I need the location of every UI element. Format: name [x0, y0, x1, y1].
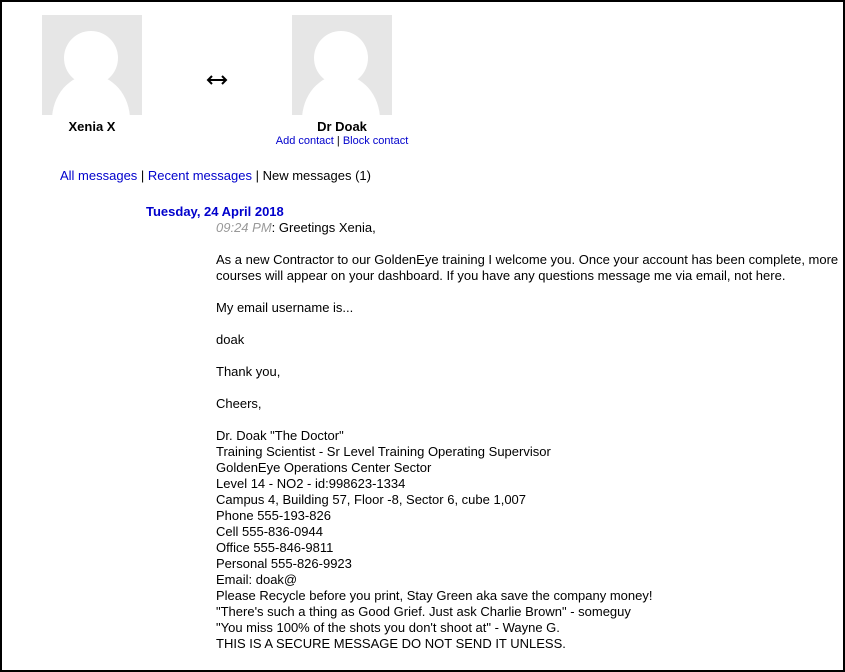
message-line: Personal 555-826-9923	[216, 556, 352, 571]
message-line: Campus 4, Building 57, Floor -8, Sector …	[216, 492, 527, 507]
message-line: Please Recycle before you print, Stay Gr…	[216, 588, 653, 603]
avatar-body	[52, 75, 130, 115]
message-line: : Greetings Xenia,	[271, 220, 376, 235]
message-line: "There's such a thing as Good Grief. Jus…	[216, 604, 631, 619]
filter-separator: |	[137, 168, 148, 183]
user-name[interactable]: Xenia X	[42, 120, 142, 134]
avatar-body	[302, 75, 380, 115]
message-line	[216, 348, 841, 364]
filter-separator: |	[251, 168, 263, 183]
message-line: Office 555-846-9811	[216, 540, 334, 555]
message-line: As a new Contractor to our GoldenEye tra…	[216, 252, 842, 283]
message-line	[216, 284, 841, 300]
message-line: Thank you,	[216, 364, 281, 379]
message-line: THIS IS A SECURE MESSAGE DO NOT SEND IT …	[216, 636, 566, 651]
message-line: GoldenEye Operations Center Sector	[216, 460, 432, 475]
message-filter-bar: All messages | Recent messages | New mes…	[60, 168, 371, 184]
message-line: "You miss 100% of the shots you don't sh…	[216, 620, 560, 635]
avatar[interactable]	[42, 15, 142, 115]
double-arrow-icon	[206, 75, 228, 85]
recent-messages-link[interactable]: Recent messages	[148, 168, 252, 183]
message-line: Training Scientist - Sr Level Training O…	[216, 444, 551, 459]
user-doak: Dr Doak Add contact | Block contact	[269, 15, 415, 148]
user-name[interactable]: Dr Doak	[269, 120, 415, 134]
contact-links: Add contact | Block contact	[269, 134, 415, 148]
conversation-date: Tuesday, 24 April 2018	[146, 204, 284, 219]
message-body: 09:24 PM: Greetings Xenia, As a new Cont…	[216, 220, 841, 652]
avatar[interactable]	[292, 15, 392, 115]
user-xenia: Xenia X	[42, 15, 142, 134]
add-contact-link[interactable]: Add contact	[276, 135, 334, 147]
message-line: Level 14 - NO2 - id:998623-1334	[216, 476, 406, 491]
message-line: Cell 555-836-0944	[216, 524, 323, 539]
message-line	[216, 380, 841, 396]
link-separator: |	[336, 135, 340, 147]
message-line: Phone 555-193-826	[216, 508, 331, 523]
block-contact-link[interactable]: Block contact	[343, 135, 408, 147]
message-time: 09:24 PM	[216, 220, 272, 235]
new-messages-label: New messages (1)	[262, 168, 371, 183]
message-line: doak	[216, 332, 245, 347]
message-line: Cheers,	[216, 396, 262, 411]
message-line	[216, 412, 841, 428]
message-line: Email: doak@	[216, 572, 298, 587]
all-messages-link[interactable]: All messages	[60, 168, 137, 183]
message-line: My email username is...	[216, 300, 354, 315]
message-line	[216, 236, 841, 252]
message-line: Dr. Doak "The Doctor"	[216, 428, 344, 443]
message-line	[216, 316, 841, 332]
message-page: Xenia X Dr Doak Add contact | Block cont…	[0, 0, 845, 672]
